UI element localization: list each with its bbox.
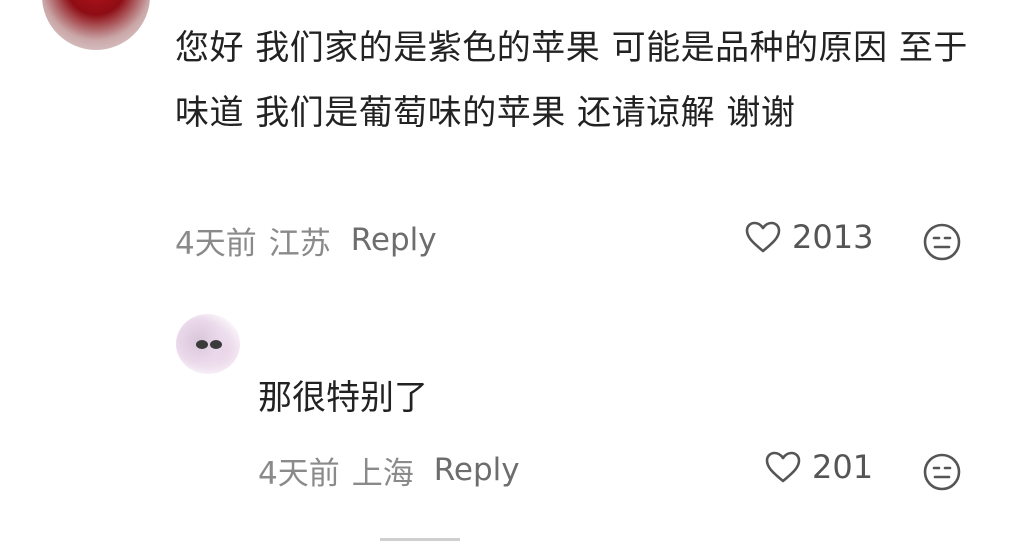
reply-avatar[interactable] [176, 314, 240, 374]
heart-icon [765, 451, 801, 483]
emoji-face-icon [923, 453, 961, 491]
reply-time: 4天前 [258, 455, 340, 492]
emoji-face-icon [923, 223, 961, 261]
reply-reply-button[interactable]: Reply [434, 452, 520, 488]
comment-location: 江苏 [268, 225, 331, 262]
comment-reply-button[interactable]: Reply [351, 222, 437, 258]
comment-like-button[interactable]: 2013 [744, 218, 873, 256]
commenter-avatar[interactable] [42, 0, 150, 50]
reply-reaction-button[interactable] [922, 452, 962, 496]
next-comment-partial [380, 538, 460, 549]
comment-reaction-button[interactable] [922, 222, 962, 266]
reply-meta: 4天前 上海 Reply [258, 448, 520, 492]
heart-icon [745, 221, 781, 253]
avatar-eye [196, 340, 208, 349]
comment-text: 您好 我们家的是紫色的苹果 可能是品种的原因 至于味道 我们是葡萄味的苹果 还请… [175, 28, 968, 133]
comment-time: 4天前 [175, 225, 257, 262]
reply-like-button[interactable]: 201 [764, 448, 873, 486]
reply-location: 上海 [351, 455, 414, 492]
comment-meta: 4天前 江苏 Reply [175, 218, 437, 262]
reply-like-count: 201 [812, 448, 874, 486]
avatar-eye [210, 340, 222, 349]
comment-like-count: 2013 [792, 218, 874, 256]
reply-text: 那很特别了 [258, 378, 428, 418]
